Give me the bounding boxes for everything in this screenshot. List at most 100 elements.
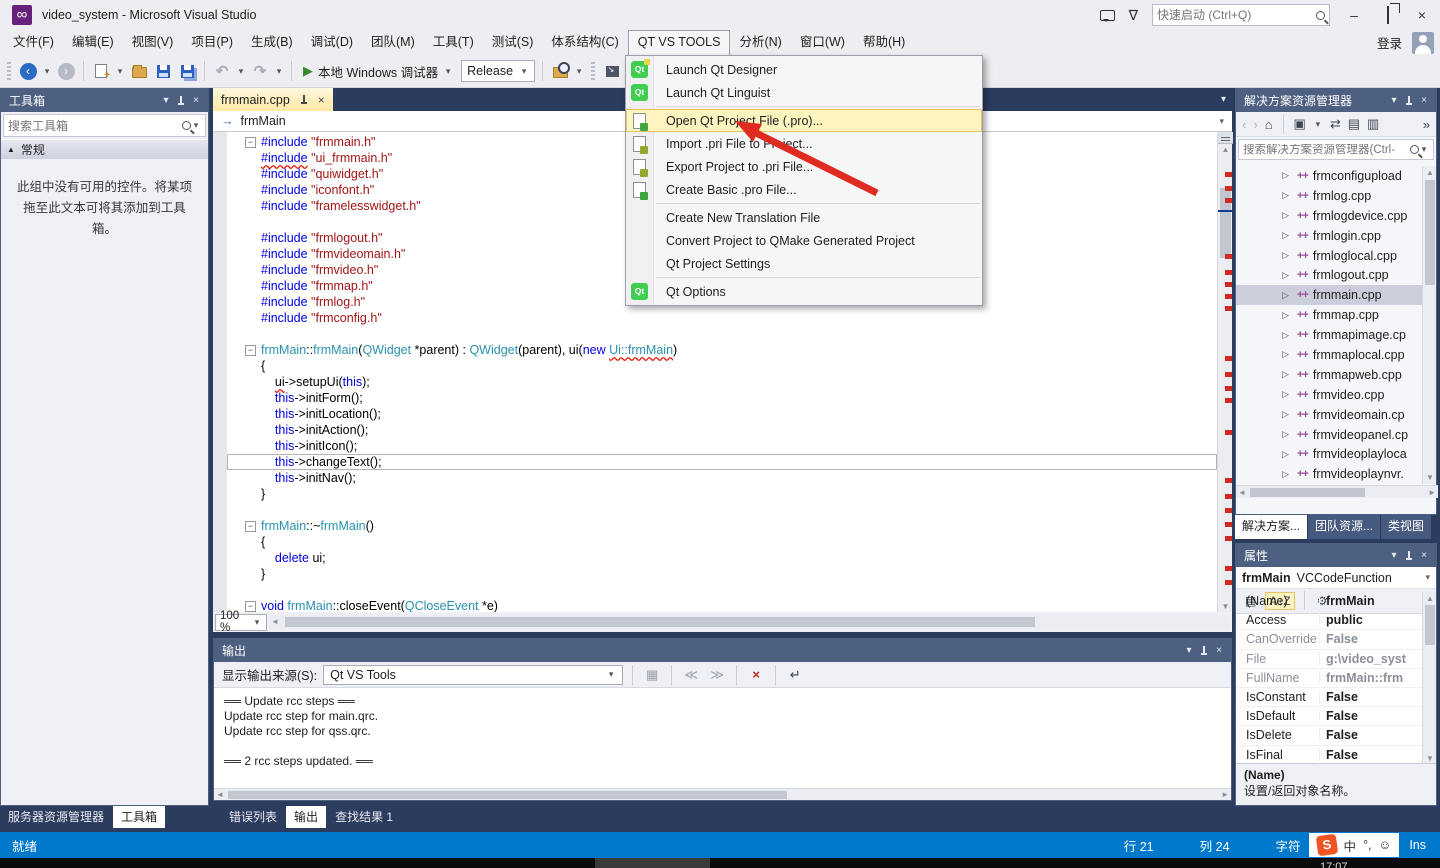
- solution-tab-3[interactable]: 类视图: [1381, 515, 1431, 539]
- scroll-up-icon[interactable]: ▲: [1423, 168, 1437, 177]
- toolbar-overflow-icon[interactable]: ▾: [574, 66, 584, 77]
- menu-item[interactable]: QtLaunch Qt Linguist: [626, 81, 982, 104]
- scroll-down-icon[interactable]: ▼: [1423, 754, 1437, 763]
- window-tab-服务器资源管理器[interactable]: 服务器资源管理器: [0, 806, 112, 828]
- menubar-item-14[interactable]: 帮助(H): [854, 30, 914, 55]
- menubar-item-11[interactable]: QT VS TOOLS: [628, 30, 731, 55]
- code-line[interactable]: [227, 502, 1217, 518]
- file-item[interactable]: ▷++frmmapweb.cpp: [1236, 365, 1424, 385]
- window-tab-查找结果 1[interactable]: 查找结果 1: [327, 806, 401, 828]
- property-row[interactable]: FullNamefrmMain::frm: [1236, 669, 1424, 688]
- code-line[interactable]: this->initLocation();: [227, 406, 1217, 422]
- find-in-files-icon[interactable]: [553, 67, 568, 78]
- attach-process-icon[interactable]: [606, 66, 619, 77]
- expand-arrow-icon[interactable]: ▷: [1282, 170, 1292, 181]
- pin-tab-icon[interactable]: [299, 94, 309, 106]
- previous-message-icon[interactable]: ≪: [681, 667, 701, 683]
- file-item[interactable]: ▷++frmvideopanel.cp: [1236, 425, 1424, 445]
- new-file-dropdown-icon[interactable]: ▾: [115, 66, 125, 77]
- user-avatar[interactable]: [1412, 32, 1434, 54]
- scrollbar-thumb[interactable]: [228, 791, 787, 799]
- code-line[interactable]: {: [227, 534, 1217, 550]
- menubar-item-5[interactable]: 生成(B): [242, 30, 302, 55]
- ime-emoji-icon[interactable]: ☺: [1379, 838, 1392, 852]
- file-item[interactable]: ▷++frmloglocal.cpp: [1236, 246, 1424, 266]
- next-message-icon[interactable]: ≫: [707, 667, 727, 683]
- scroll-left-icon[interactable]: ◄: [271, 617, 279, 626]
- code-line[interactable]: }: [227, 566, 1217, 582]
- fold-marker-icon[interactable]: [243, 134, 261, 150]
- menubar-item-13[interactable]: 窗口(W): [791, 30, 854, 55]
- ime-language[interactable]: 中: [1344, 836, 1357, 855]
- properties-header[interactable]: 属性 ▾ ×: [1236, 544, 1436, 567]
- menu-item[interactable]: Qt Project Settings: [626, 252, 982, 275]
- pin-icon[interactable]: [1404, 550, 1414, 562]
- navigate-back-icon[interactable]: ‹: [20, 63, 37, 80]
- solution-horizontal-scrollbar[interactable]: ◄ ►: [1236, 485, 1438, 498]
- ime-toolbar[interactable]: S 中 °, ☺: [1309, 833, 1400, 857]
- ime-punctuation[interactable]: °,: [1363, 838, 1371, 852]
- tab-frmmain-cpp[interactable]: frmmain.cpp ×: [213, 88, 333, 111]
- code-line[interactable]: #include "frmconfig.h": [227, 310, 1217, 326]
- pin-icon[interactable]: [1404, 95, 1414, 107]
- tab-list-dropdown-icon[interactable]: ▾: [1221, 94, 1226, 105]
- toolbar-grip[interactable]: [591, 62, 595, 80]
- menu-item[interactable]: Import .pri File to Project...: [626, 132, 982, 155]
- scroll-up-icon[interactable]: ▲: [1218, 145, 1233, 154]
- menubar-item-10[interactable]: 体系结构(C): [542, 30, 627, 55]
- window-tab-工具箱[interactable]: 工具箱: [113, 806, 165, 828]
- goto-message-icon[interactable]: ▦: [642, 667, 662, 683]
- quick-launch[interactable]: [1152, 4, 1330, 26]
- window-position-icon[interactable]: ▾: [1386, 550, 1402, 561]
- quick-launch-input[interactable]: [1157, 8, 1316, 22]
- property-row[interactable]: IsDefaultFalse: [1236, 707, 1424, 726]
- code-line[interactable]: frmMain::~frmMain(): [227, 518, 1217, 534]
- close-tab-icon[interactable]: ×: [318, 93, 325, 107]
- navigate-forward-icon[interactable]: ›: [58, 63, 75, 80]
- solution-search-input[interactable]: [1243, 144, 1410, 156]
- start-debug-button[interactable]: ▶ 本地 Windows 调试器 ▾: [299, 62, 457, 81]
- window-tab-输出[interactable]: 输出: [286, 806, 326, 828]
- toolbox-search[interactable]: ▾: [3, 114, 206, 137]
- expand-arrow-icon[interactable]: ▷: [1282, 369, 1292, 380]
- file-item[interactable]: ▷++frmvideo.cpp: [1236, 385, 1424, 405]
- menu-item[interactable]: Export Project to .pri File...: [626, 155, 982, 178]
- menubar-item-8[interactable]: 工具(T): [424, 30, 483, 55]
- file-item[interactable]: ▷++frmmaplocal.cpp: [1236, 345, 1424, 365]
- expand-arrow-icon[interactable]: ▷: [1282, 310, 1292, 321]
- close-icon[interactable]: ×: [1416, 550, 1432, 561]
- solution-tab-1[interactable]: 解决方案...: [1235, 515, 1307, 539]
- code-line[interactable]: this->initForm();: [227, 390, 1217, 406]
- scroll-left-icon[interactable]: ◄: [216, 790, 224, 799]
- fold-marker-icon[interactable]: [243, 342, 261, 358]
- window-position-icon[interactable]: ▾: [1181, 645, 1197, 656]
- expand-arrow-icon[interactable]: ▷: [1282, 349, 1292, 360]
- toolbox-search-input[interactable]: [8, 119, 182, 133]
- property-row[interactable]: IsDeleteFalse: [1236, 726, 1424, 745]
- file-item[interactable]: ▷++frmmapimage.cp: [1236, 325, 1424, 345]
- menubar-item-3[interactable]: 视图(V): [123, 30, 183, 55]
- home-icon[interactable]: ⌂: [1265, 117, 1273, 132]
- scrollbar-thumb[interactable]: [1425, 180, 1435, 285]
- filter-icon[interactable]: ∇: [1129, 7, 1138, 24]
- file-item[interactable]: ▷++frmlogdevice.cpp: [1236, 206, 1424, 226]
- window-tab-错误列表[interactable]: 错误列表: [221, 806, 285, 828]
- object-dropdown-icon[interactable]: ▾: [1425, 572, 1430, 583]
- menubar-item-6[interactable]: 调试(D): [302, 30, 362, 55]
- solution-vertical-scrollbar[interactable]: ▲ ▼: [1422, 166, 1436, 484]
- pending-changes-icon[interactable]: ▣: [1294, 116, 1306, 132]
- expand-arrow-icon[interactable]: ▷: [1282, 469, 1292, 480]
- menu-item[interactable]: Convert Project to QMake Generated Proje…: [626, 229, 982, 252]
- code-line[interactable]: [227, 326, 1217, 342]
- file-item[interactable]: ▷++frmlog.cpp: [1236, 186, 1424, 206]
- file-item[interactable]: ▷++frmlogin.cpp: [1236, 226, 1424, 246]
- save-all-icon[interactable]: [181, 65, 194, 78]
- menu-item[interactable]: Create Basic .pro File...: [626, 178, 982, 201]
- sogou-input-icon[interactable]: S: [1315, 834, 1338, 857]
- close-icon[interactable]: ×: [1211, 645, 1227, 656]
- pending-dropdown-icon[interactable]: ▾: [1313, 119, 1323, 130]
- solution-tab-2[interactable]: 团队资源...: [1308, 515, 1380, 539]
- expand-arrow-icon[interactable]: ▷: [1282, 409, 1292, 420]
- expand-arrow-icon[interactable]: ▷: [1282, 250, 1292, 261]
- scroll-right-icon[interactable]: ►: [1221, 790, 1229, 799]
